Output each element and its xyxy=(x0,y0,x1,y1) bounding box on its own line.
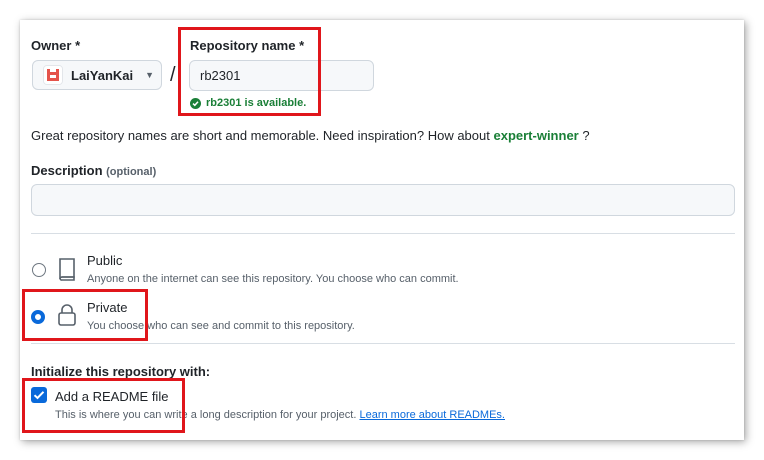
owner-dropdown[interactable]: LaiYanKai ▼ xyxy=(32,60,162,90)
private-description: You choose who can see and commit to thi… xyxy=(87,320,355,332)
availability-message: rb2301 is available. xyxy=(190,97,306,109)
name-hint: Great repository names are short and mem… xyxy=(31,128,590,143)
lock-icon xyxy=(56,302,78,333)
readme-label[interactable]: Add a README file xyxy=(55,389,168,404)
repo-book-icon xyxy=(56,256,78,287)
hint-text: Great repository names are short and mem… xyxy=(31,128,490,143)
description-label: Description (optional) xyxy=(31,163,156,178)
public-description: Anyone on the internet can see this repo… xyxy=(87,273,459,285)
hint-suffix: ? xyxy=(582,128,590,143)
description-label-text: Description xyxy=(31,163,103,178)
public-title: Public xyxy=(87,253,123,268)
owner-label: Owner * xyxy=(31,38,81,53)
readme-learn-more-link[interactable]: Learn more about READMEs. xyxy=(359,409,505,421)
initialize-heading: Initialize this repository with: xyxy=(31,364,211,379)
private-title: Private xyxy=(87,300,128,315)
optional-tag: (optional) xyxy=(106,166,157,178)
readme-description-text: This is where you can write a long descr… xyxy=(55,409,357,421)
readme-description: This is where you can write a long descr… xyxy=(55,409,505,421)
separator-slash: / xyxy=(170,64,176,86)
suggested-name-link[interactable]: expert-winner xyxy=(493,128,578,143)
availability-text: rb2301 is available. xyxy=(206,97,307,109)
owner-name: LaiYanKai xyxy=(71,67,134,83)
divider xyxy=(31,233,735,234)
readme-checkbox[interactable] xyxy=(31,387,47,403)
public-radio[interactable] xyxy=(32,263,46,277)
divider xyxy=(31,343,735,344)
repository-name-input[interactable] xyxy=(189,60,374,91)
check-circle-icon xyxy=(190,97,201,109)
repository-name-label: Repository name * xyxy=(190,38,305,53)
private-radio[interactable] xyxy=(31,310,45,324)
avatar xyxy=(43,65,63,85)
chevron-down-icon: ▼ xyxy=(145,70,155,80)
description-input[interactable] xyxy=(31,184,735,216)
